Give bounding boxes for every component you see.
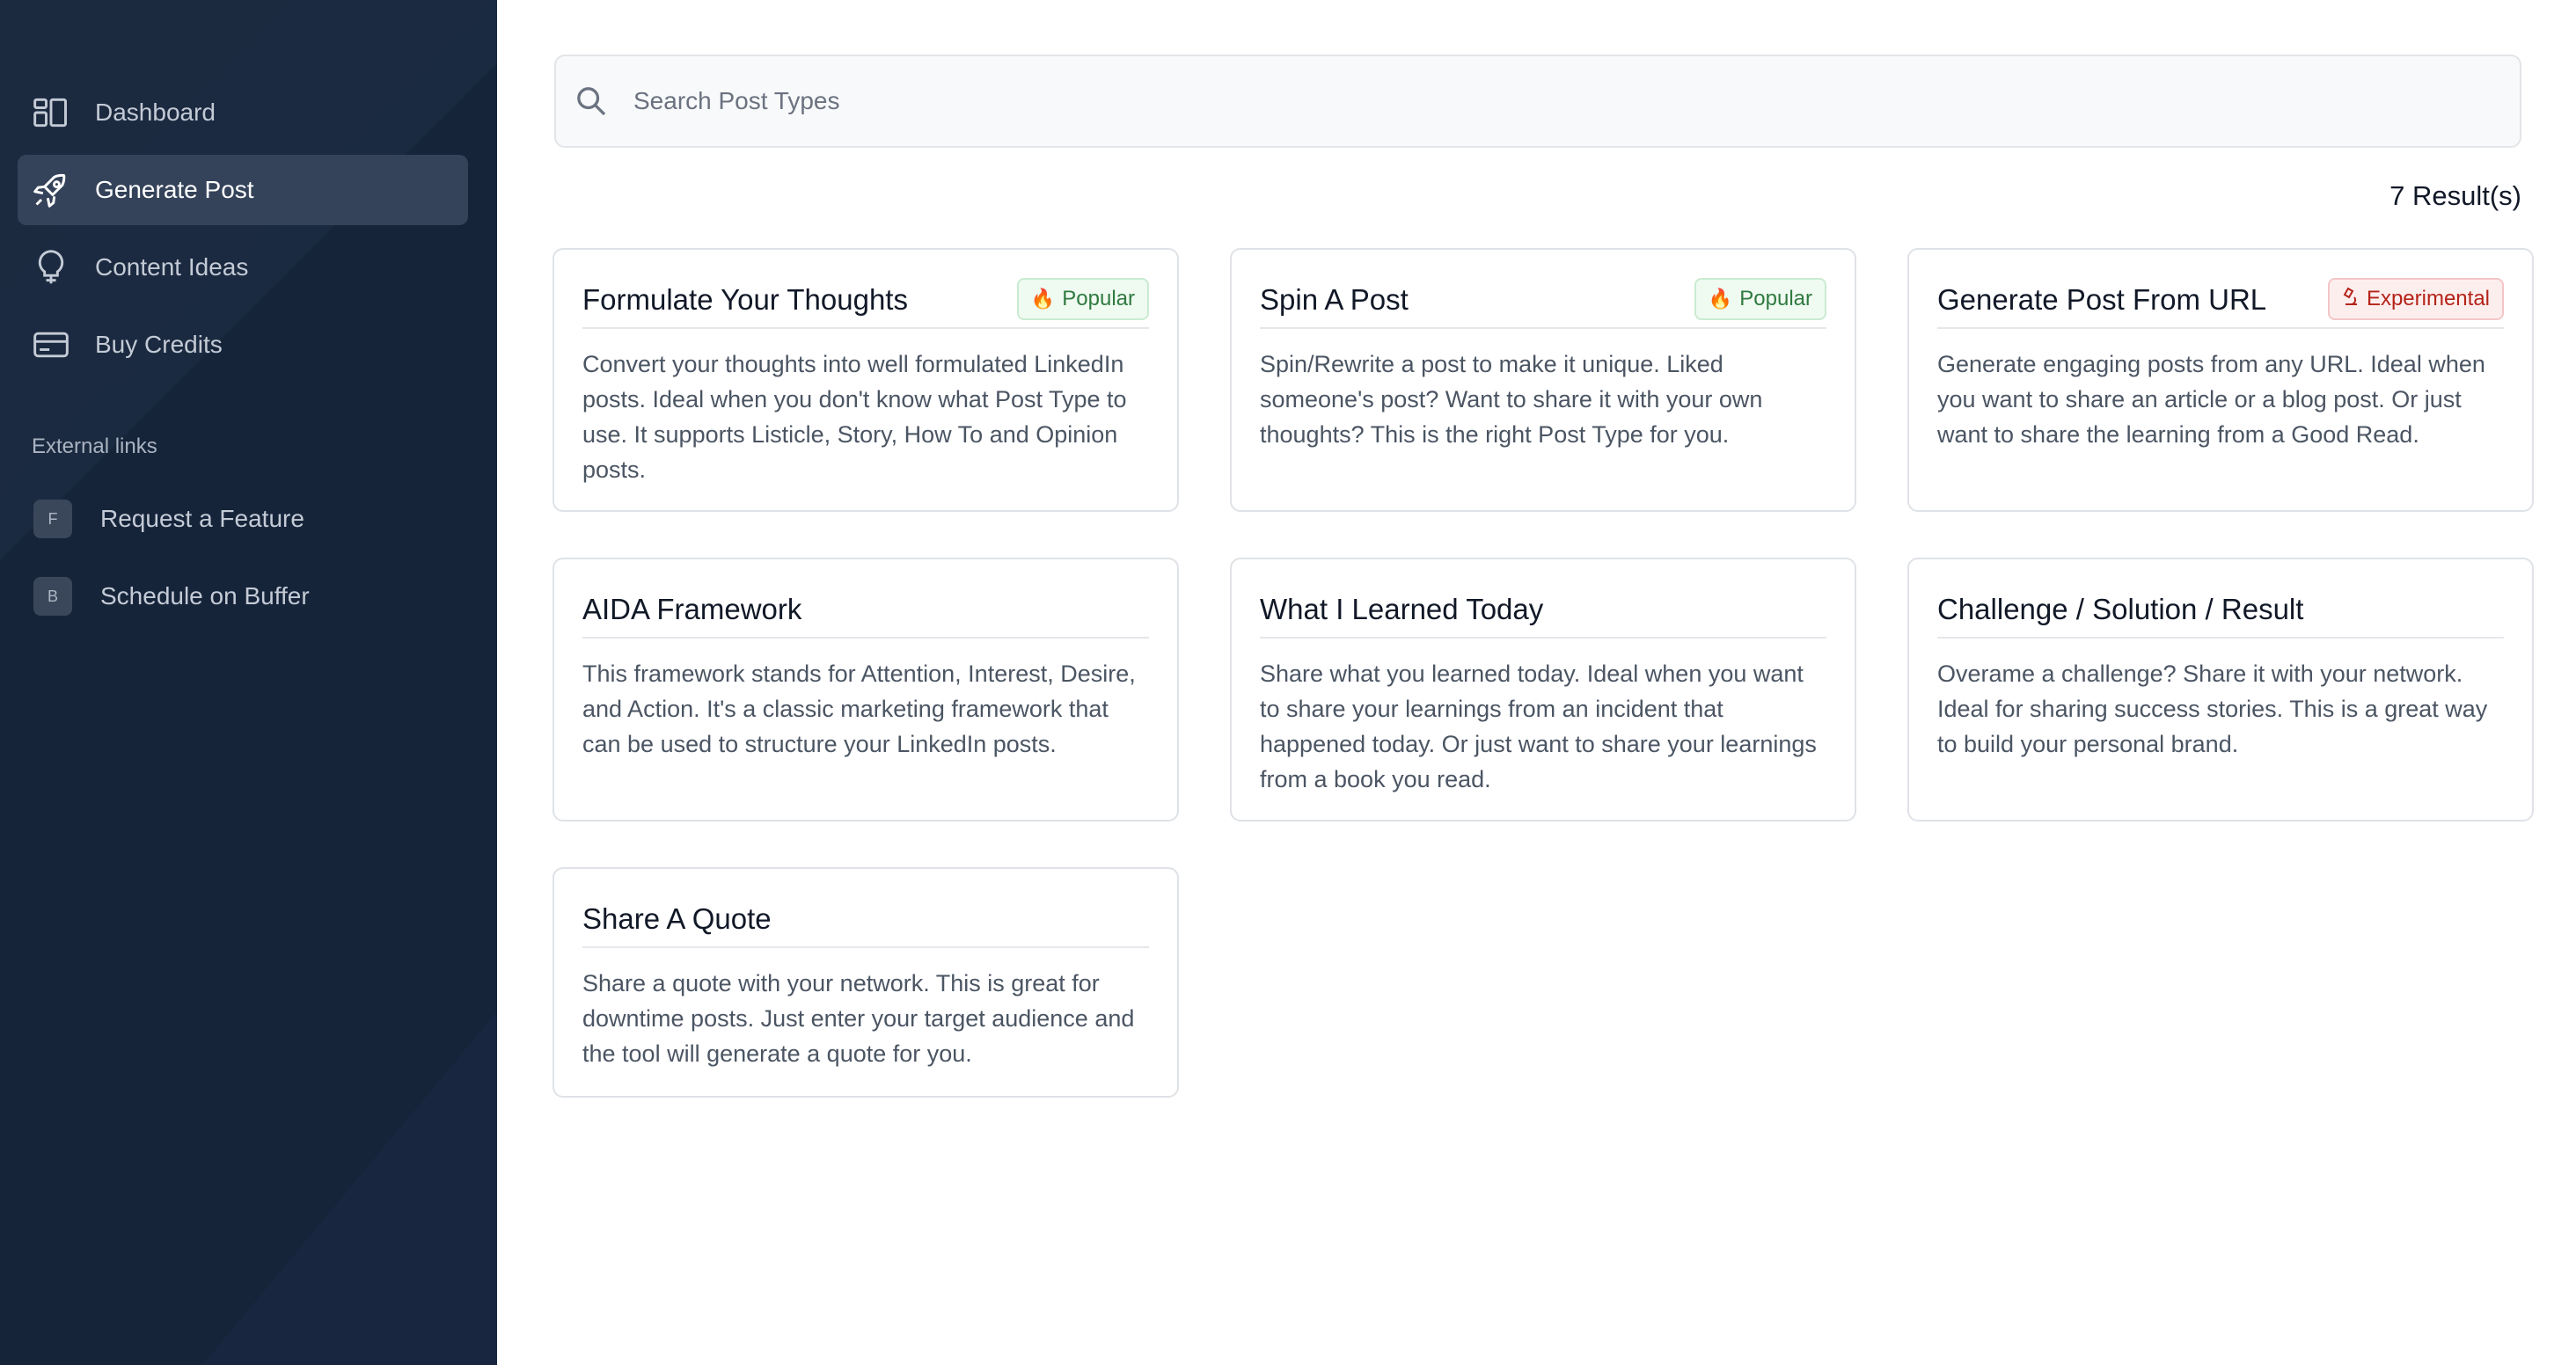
post-type-card[interactable]: Challenge / Solution / Result Overame a … <box>1907 558 2534 821</box>
post-type-card[interactable]: Share A Quote Share a quote with your ne… <box>553 867 1179 1098</box>
badge-label: Experimental <box>2366 287 2490 310</box>
card-description: Share a quote with your network. This is… <box>582 970 1135 1067</box>
experimental-badge: Experimental <box>2327 278 2504 320</box>
dashboard-icon <box>32 93 70 132</box>
divider <box>582 946 1149 948</box>
badge-label: Popular <box>1739 287 1812 310</box>
sidebar-item-label: Generate Post <box>95 176 254 203</box>
results-count: 7 Result(s) <box>2389 180 2521 211</box>
initial-badge: F <box>33 500 72 538</box>
search-bar <box>554 55 2521 148</box>
external-links-heading: External links <box>32 434 157 458</box>
divider <box>582 327 1149 329</box>
sidebar-item-label: Dashboard <box>95 99 216 126</box>
card-title: Formulate Your Thoughts <box>582 283 908 316</box>
divider <box>1260 327 1826 329</box>
fire-icon: 🔥 <box>1030 288 1056 310</box>
badge-label: Popular <box>1062 287 1135 310</box>
fire-icon: 🔥 <box>1708 288 1733 310</box>
card-description: This framework stands for Attention, Int… <box>582 661 1136 757</box>
sidebar-item-label: Buy Credits <box>95 331 223 358</box>
card-description: Overame a challenge? Share it with your … <box>1937 661 2488 757</box>
sidebar-nav: Dashboard Generate Post Content Ideas Bu… <box>18 77 468 387</box>
credit-card-icon <box>32 325 70 364</box>
sidebar-item-generate-post[interactable]: Generate Post <box>18 155 468 225</box>
card-title: What I Learned Today <box>1260 593 1544 625</box>
card-title: Challenge / Solution / Result <box>1937 593 2304 625</box>
divider <box>1937 327 2504 329</box>
popular-badge: 🔥 Popular <box>1694 278 1826 320</box>
sidebar-item-label: Request a Feature <box>100 505 304 532</box>
sidebar: Dashboard Generate Post Content Ideas Bu… <box>0 0 497 1365</box>
post-type-card[interactable]: What I Learned Today Share what you lear… <box>1230 558 1856 821</box>
card-description: Generate engaging posts from any URL. Id… <box>1937 351 2485 448</box>
divider <box>1260 637 1826 639</box>
post-type-card[interactable]: AIDA Framework This framework stands for… <box>553 558 1179 821</box>
rocket-icon <box>32 171 70 209</box>
sidebar-item-content-ideas[interactable]: Content Ideas <box>18 232 468 303</box>
card-title: Share A Quote <box>582 902 772 935</box>
card-title: Spin A Post <box>1260 283 1409 316</box>
search-input[interactable] <box>632 86 2395 116</box>
divider <box>1937 637 2504 639</box>
sidebar-item-label: Schedule on Buffer <box>100 582 310 610</box>
sidebar-item-label: Content Ideas <box>95 253 249 281</box>
card-description: Spin/Rewrite a post to make it unique. L… <box>1260 351 1763 448</box>
card-title: AIDA Framework <box>582 593 802 625</box>
card-description: Convert your thoughts into well formulat… <box>582 351 1127 483</box>
popular-badge: 🔥 Popular <box>1016 278 1149 320</box>
divider <box>582 637 1149 639</box>
card-title: Generate Post From URL <box>1937 283 2267 316</box>
sidebar-item-buy-credits[interactable]: Buy Credits <box>18 310 468 380</box>
sidebar-item-schedule-buffer[interactable]: B Schedule on Buffer <box>18 561 468 631</box>
microscope-icon <box>2342 287 2360 311</box>
sidebar-item-dashboard[interactable]: Dashboard <box>18 77 468 148</box>
post-type-card[interactable]: Generate Post From URL Experimental Gene… <box>1907 248 2534 512</box>
card-description: Share what you learned today. Ideal when… <box>1260 661 1817 792</box>
sidebar-item-request-feature[interactable]: F Request a Feature <box>18 484 468 554</box>
external-links: F Request a Feature B Schedule on Buffer <box>18 484 468 639</box>
search-icon <box>577 87 606 116</box>
post-type-card[interactable]: Formulate Your Thoughts 🔥 Popular Conver… <box>553 248 1179 512</box>
initial-badge: B <box>33 577 72 616</box>
post-type-card[interactable]: Spin A Post 🔥 Popular Spin/Rewrite a pos… <box>1230 248 1856 512</box>
lightbulb-icon <box>32 248 70 287</box>
